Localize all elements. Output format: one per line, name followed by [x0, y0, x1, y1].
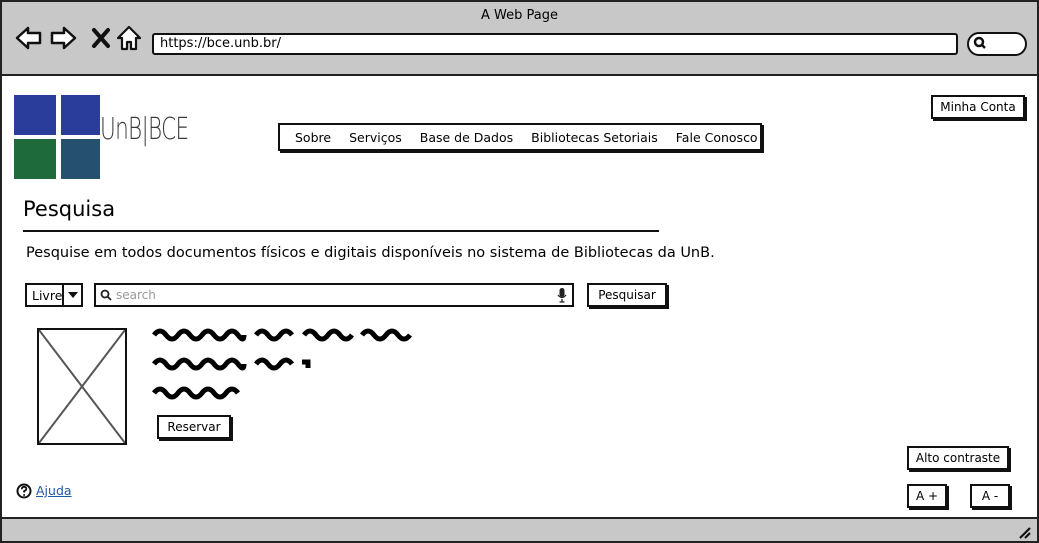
page-title: Pesquisa [23, 197, 116, 221]
chevron-down-icon[interactable] [62, 285, 81, 305]
my-account-button[interactable]: Minha Conta [931, 95, 1025, 119]
window-title: A Web Page [481, 8, 558, 23]
search-input[interactable]: search [94, 283, 574, 307]
address-bar[interactable]: https://bce.unb.br/ [152, 33, 958, 55]
result-title-scribble [152, 328, 412, 342]
browser-chrome: A Web Page https://bce.unb.br/ [2, 2, 1037, 76]
result-detail-scribble [152, 386, 240, 400]
browser-status-bar [2, 517, 1037, 541]
increase-font-button[interactable]: A + [907, 484, 947, 508]
help-link[interactable]: Ajuda [36, 483, 72, 498]
decrease-font-button[interactable]: A - [970, 484, 1010, 508]
logo-text: UnB|BCE [100, 112, 189, 147]
search-icon [973, 36, 986, 49]
search-mode-select[interactable]: Livre [25, 283, 83, 307]
resize-handle-icon[interactable] [1017, 525, 1031, 539]
microphone-icon[interactable] [557, 288, 567, 303]
search-placeholder: search [116, 288, 156, 302]
title-divider [23, 230, 659, 232]
main-menu: Sobre Serviços Base de Dados Bibliotecas… [278, 123, 762, 151]
menu-item-base-de-dados[interactable]: Base de Dados [411, 130, 522, 145]
search-button[interactable]: Pesquisar [587, 283, 667, 307]
result-author-scribble [152, 357, 311, 371]
search-mode-label: Livre [32, 288, 63, 303]
search-icon [100, 289, 112, 301]
forward-arrow-icon[interactable] [50, 24, 78, 52]
image-placeholder-icon [37, 328, 127, 445]
help-section: Ajuda [16, 483, 72, 499]
high-contrast-button[interactable]: Alto contraste [907, 446, 1009, 470]
unb-logo-icon [14, 95, 100, 179]
back-arrow-icon[interactable] [14, 24, 42, 52]
menu-item-fale-conosco[interactable]: Fale Conosco [667, 130, 767, 145]
browser-search-field[interactable] [967, 32, 1027, 56]
help-question-icon[interactable] [16, 483, 32, 499]
close-x-icon[interactable] [88, 24, 116, 52]
page-description: Pesquise em todos documentos físicos e d… [26, 245, 715, 261]
menu-item-sobre[interactable]: Sobre [280, 130, 340, 145]
reserve-button[interactable]: Reservar [157, 415, 231, 439]
home-icon[interactable] [115, 24, 143, 52]
menu-item-bibliotecas-setoriais[interactable]: Bibliotecas Setoriais [522, 130, 667, 145]
menu-item-servicos[interactable]: Serviços [340, 130, 411, 145]
browser-window: A Web Page https://bce.unb.br/ UnB|BCE S… [0, 0, 1039, 543]
